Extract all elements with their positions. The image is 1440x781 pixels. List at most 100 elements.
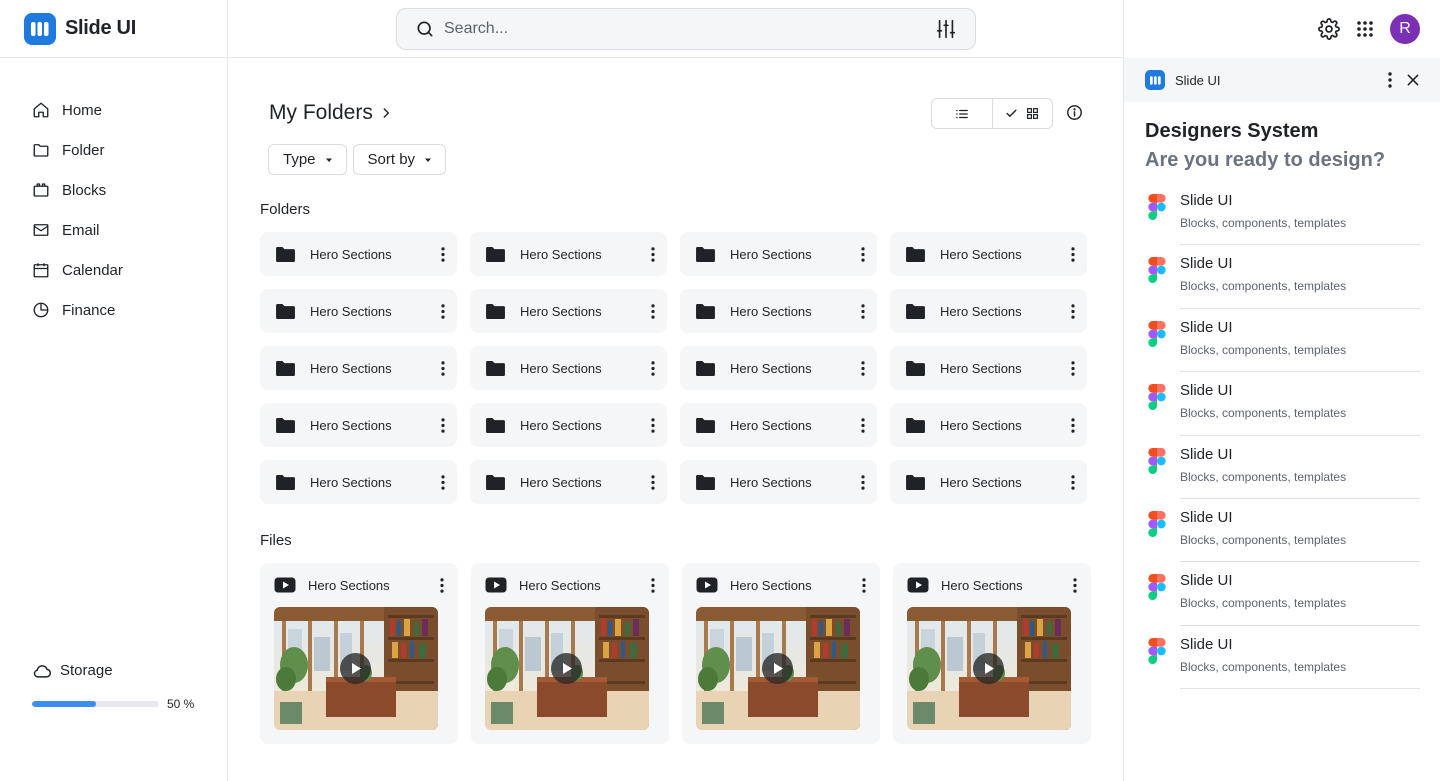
file-menu-button[interactable]: [1073, 577, 1077, 593]
folder-menu-button[interactable]: [861, 303, 865, 319]
folder-menu-button[interactable]: [651, 417, 655, 433]
folder-card[interactable]: Hero Sections: [260, 232, 457, 276]
folder-card[interactable]: Hero Sections: [470, 403, 667, 447]
folder-card[interactable]: Hero Sections: [680, 232, 877, 276]
file-thumbnail[interactable]: [907, 607, 1071, 730]
sidebar: Slide UI Home Folder Blocks Email Calend…: [0, 0, 228, 781]
file-card[interactable]: Hero Sections: [471, 563, 669, 744]
folder-card[interactable]: Hero Sections: [890, 289, 1087, 333]
folder-menu-button[interactable]: [651, 360, 655, 376]
search-input[interactable]: [444, 20, 926, 38]
file-menu-button[interactable]: [440, 577, 444, 593]
folder-card[interactable]: Hero Sections: [260, 346, 457, 390]
folder-card[interactable]: Hero Sections: [260, 289, 457, 333]
file-thumbnail[interactable]: [696, 607, 860, 730]
folder-card[interactable]: Hero Sections: [680, 289, 877, 333]
sidebar-item-finance[interactable]: Finance: [32, 290, 227, 330]
panel-list-item[interactable]: Slide UI Blocks, components, templates: [1124, 436, 1440, 499]
sort-by-button[interactable]: Sort by: [352, 144, 447, 175]
avatar[interactable]: R: [1390, 14, 1420, 44]
folder-name: Hero Sections: [310, 303, 392, 319]
apps-button[interactable]: [1356, 20, 1374, 38]
folder-menu-button[interactable]: [651, 303, 655, 319]
sidebar-item-home[interactable]: Home: [32, 90, 227, 130]
page-title[interactable]: My Folders: [269, 101, 393, 125]
file-menu-button[interactable]: [862, 577, 866, 593]
folder-menu-button[interactable]: [441, 246, 445, 262]
search-bar[interactable]: [396, 8, 976, 50]
more-vertical-icon: [861, 474, 865, 490]
folder-card[interactable]: Hero Sections: [890, 460, 1087, 504]
folder-menu-button[interactable]: [861, 417, 865, 433]
folder-card[interactable]: Hero Sections: [470, 232, 667, 276]
grid-view-button[interactable]: [991, 99, 1053, 128]
folder-menu-button[interactable]: [651, 474, 655, 490]
folder-menu-button[interactable]: [441, 474, 445, 490]
file-card[interactable]: Hero Sections: [893, 563, 1091, 744]
filter-sliders-icon[interactable]: [935, 18, 957, 40]
file-card[interactable]: Hero Sections: [260, 563, 458, 744]
file-thumbnail[interactable]: [485, 607, 649, 730]
folder-menu-button[interactable]: [1071, 474, 1075, 490]
file-card[interactable]: Hero Sections: [682, 563, 880, 744]
list-view-button[interactable]: [932, 99, 992, 128]
folder-card[interactable]: Hero Sections: [470, 289, 667, 333]
more-vertical-icon: [440, 577, 444, 593]
folder-menu-button[interactable]: [1071, 360, 1075, 376]
play-button[interactable]: [762, 653, 793, 684]
right-panel: R Slide UI Designers System Are you read…: [1123, 0, 1440, 781]
type-filter-button[interactable]: Type: [268, 144, 347, 175]
brand[interactable]: Slide UI: [0, 0, 227, 58]
sidebar-item-calendar[interactable]: Calendar: [32, 250, 227, 290]
panel-list-item[interactable]: Slide UI Blocks, components, templates: [1124, 309, 1440, 373]
settings-button[interactable]: [1318, 18, 1340, 40]
sidebar-item-label: Folder: [62, 141, 105, 159]
panel-list-item[interactable]: Slide UI Blocks, components, templates: [1124, 562, 1440, 626]
folder-card[interactable]: Hero Sections: [890, 403, 1087, 447]
folder-card[interactable]: Hero Sections: [890, 346, 1087, 390]
panel-list-item-text: Slide UI Blocks, components, templates: [1180, 372, 1420, 436]
folder-menu-button[interactable]: [1071, 303, 1075, 319]
grid-icon: [1027, 108, 1039, 119]
folder-card[interactable]: Hero Sections: [260, 403, 457, 447]
panel-more-button[interactable]: [1388, 72, 1392, 88]
folder-menu-button[interactable]: [651, 246, 655, 262]
folder-menu-button[interactable]: [1071, 417, 1075, 433]
folder-menu-button[interactable]: [441, 417, 445, 433]
more-vertical-icon: [1388, 72, 1392, 88]
panel-list-item[interactable]: Slide UI Blocks, components, templates: [1124, 372, 1440, 436]
folder-card[interactable]: Hero Sections: [890, 232, 1087, 276]
file-menu-button[interactable]: [651, 577, 655, 593]
sidebar-item-folder[interactable]: Folder: [32, 130, 227, 170]
folder-card[interactable]: Hero Sections: [260, 460, 457, 504]
folder-filled-icon: [486, 474, 505, 490]
view-toggle: [931, 98, 1053, 129]
sidebar-item-blocks[interactable]: Blocks: [32, 170, 227, 210]
panel-list-item[interactable]: Slide UI Blocks, components, templates: [1124, 626, 1440, 690]
panel-list-item[interactable]: Slide UI Blocks, components, templates: [1124, 245, 1440, 309]
folder-menu-button[interactable]: [1071, 246, 1075, 262]
info-button[interactable]: [1066, 104, 1083, 126]
file-name: Hero Sections: [308, 577, 390, 593]
figma-logo-icon: [1148, 257, 1166, 284]
folder-card[interactable]: Hero Sections: [470, 346, 667, 390]
play-button[interactable]: [551, 653, 582, 684]
folder-menu-button[interactable]: [861, 360, 865, 376]
folder-menu-button[interactable]: [441, 360, 445, 376]
play-button[interactable]: [973, 653, 1004, 684]
sidebar-item-email[interactable]: Email: [32, 210, 227, 250]
panel-close-button[interactable]: [1406, 73, 1420, 87]
folder-menu-button[interactable]: [861, 474, 865, 490]
folder-menu-button[interactable]: [861, 246, 865, 262]
folder-card[interactable]: Hero Sections: [680, 346, 877, 390]
folder-card[interactable]: Hero Sections: [680, 460, 877, 504]
storage-label-row: Storage: [32, 662, 202, 679]
folder-card[interactable]: Hero Sections: [680, 403, 877, 447]
file-thumbnail[interactable]: [274, 607, 438, 730]
folder-menu-button[interactable]: [441, 303, 445, 319]
play-button[interactable]: [340, 653, 371, 684]
folder-card[interactable]: Hero Sections: [470, 460, 667, 504]
panel-list-item[interactable]: Slide UI Blocks, components, templates: [1124, 182, 1440, 246]
panel-list-item[interactable]: Slide UI Blocks, components, templates: [1124, 499, 1440, 563]
page-title-text: My Folders: [269, 101, 373, 124]
